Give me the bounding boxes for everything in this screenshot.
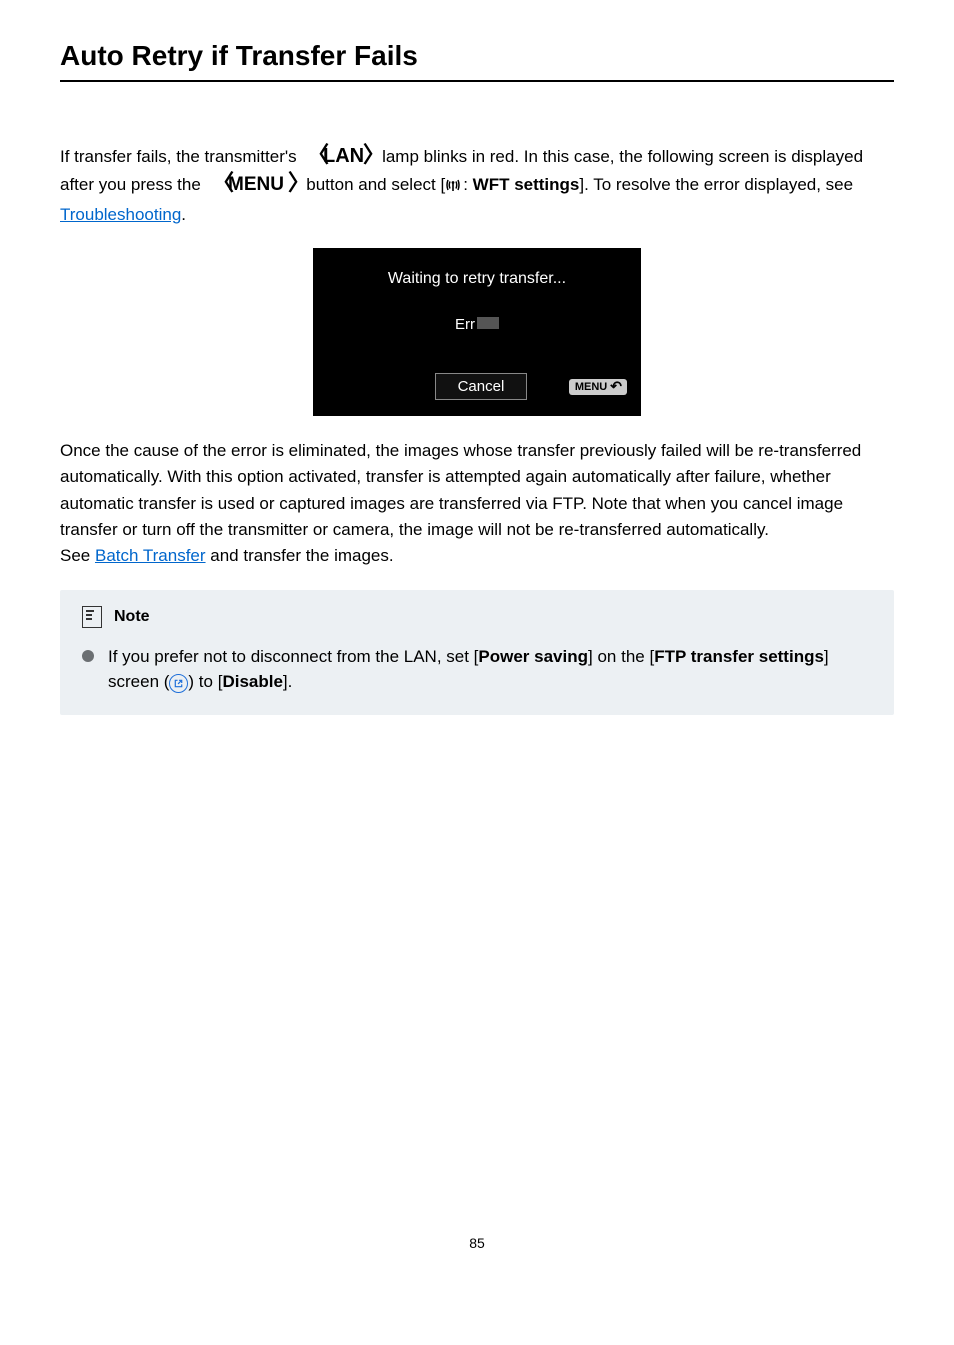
note-label: Note <box>114 608 150 626</box>
menu-icon: 〈 MENU 〉 <box>208 170 300 196</box>
wft-settings-label: WFT settings <box>473 175 580 194</box>
title-divider <box>60 80 894 82</box>
menu-back-label: MENU <box>575 381 607 393</box>
ftp-transfer-settings-label: FTP transfer settings <box>654 647 824 666</box>
svg-text:MENU: MENU <box>228 174 284 195</box>
svg-text:〉: 〉 <box>288 170 300 195</box>
page-title: Auto Retry if Transfer Fails <box>60 40 894 72</box>
text: button and select [ <box>306 175 445 194</box>
cancel-button[interactable]: Cancel <box>435 373 528 400</box>
err-label: Err <box>455 316 475 333</box>
batch-transfer-link[interactable]: Batch Transfer <box>95 546 206 565</box>
err-code-placeholder <box>477 317 499 329</box>
bullet-icon <box>82 650 94 662</box>
link-reference-icon[interactable] <box>169 674 188 693</box>
antenna-icon <box>445 175 461 201</box>
text: If you prefer not to disconnect from the… <box>108 647 478 666</box>
text: If transfer fails, the transmitter's <box>60 147 301 166</box>
text: ) to [ <box>188 672 222 691</box>
screen-status-text: Waiting to retry transfer... <box>313 270 641 288</box>
note-icon <box>82 606 102 628</box>
back-arrow-icon: ↶ <box>610 381 622 392</box>
note-text: If you prefer not to disconnect from the… <box>108 644 872 695</box>
power-saving-label: Power saving <box>478 647 588 666</box>
note-heading: Note <box>82 606 872 628</box>
text: . <box>181 205 186 224</box>
svg-text:LAN: LAN <box>323 145 364 167</box>
troubleshooting-link[interactable]: Troubleshooting <box>60 205 181 224</box>
menu-back-button[interactable]: MENU ↶ <box>569 379 627 395</box>
lan-icon: 〈 LAN 〉 <box>303 142 375 168</box>
text: See <box>60 546 95 565</box>
intro-paragraph: If transfer fails, the transmitter's 〈 L… <box>60 142 894 228</box>
text: ]. <box>283 672 292 691</box>
page-number: 85 <box>60 1235 894 1251</box>
text: : <box>463 175 472 194</box>
text: Once the cause of the error is eliminate… <box>60 441 861 539</box>
note-box: Note If you prefer not to disconnect fro… <box>60 590 894 715</box>
disable-label: Disable <box>222 672 282 691</box>
camera-screen: Waiting to retry transfer... Err Cancel … <box>60 248 894 416</box>
explanation-paragraph: Once the cause of the error is eliminate… <box>60 438 894 570</box>
text: and transfer the images. <box>206 546 394 565</box>
note-bullet: If you prefer not to disconnect from the… <box>82 644 872 695</box>
text: ] on the [ <box>588 647 654 666</box>
svg-text:〉: 〉 <box>363 142 375 167</box>
screen-error-text: Err <box>313 316 641 333</box>
text: ]. To resolve the error displayed, see <box>579 175 853 194</box>
